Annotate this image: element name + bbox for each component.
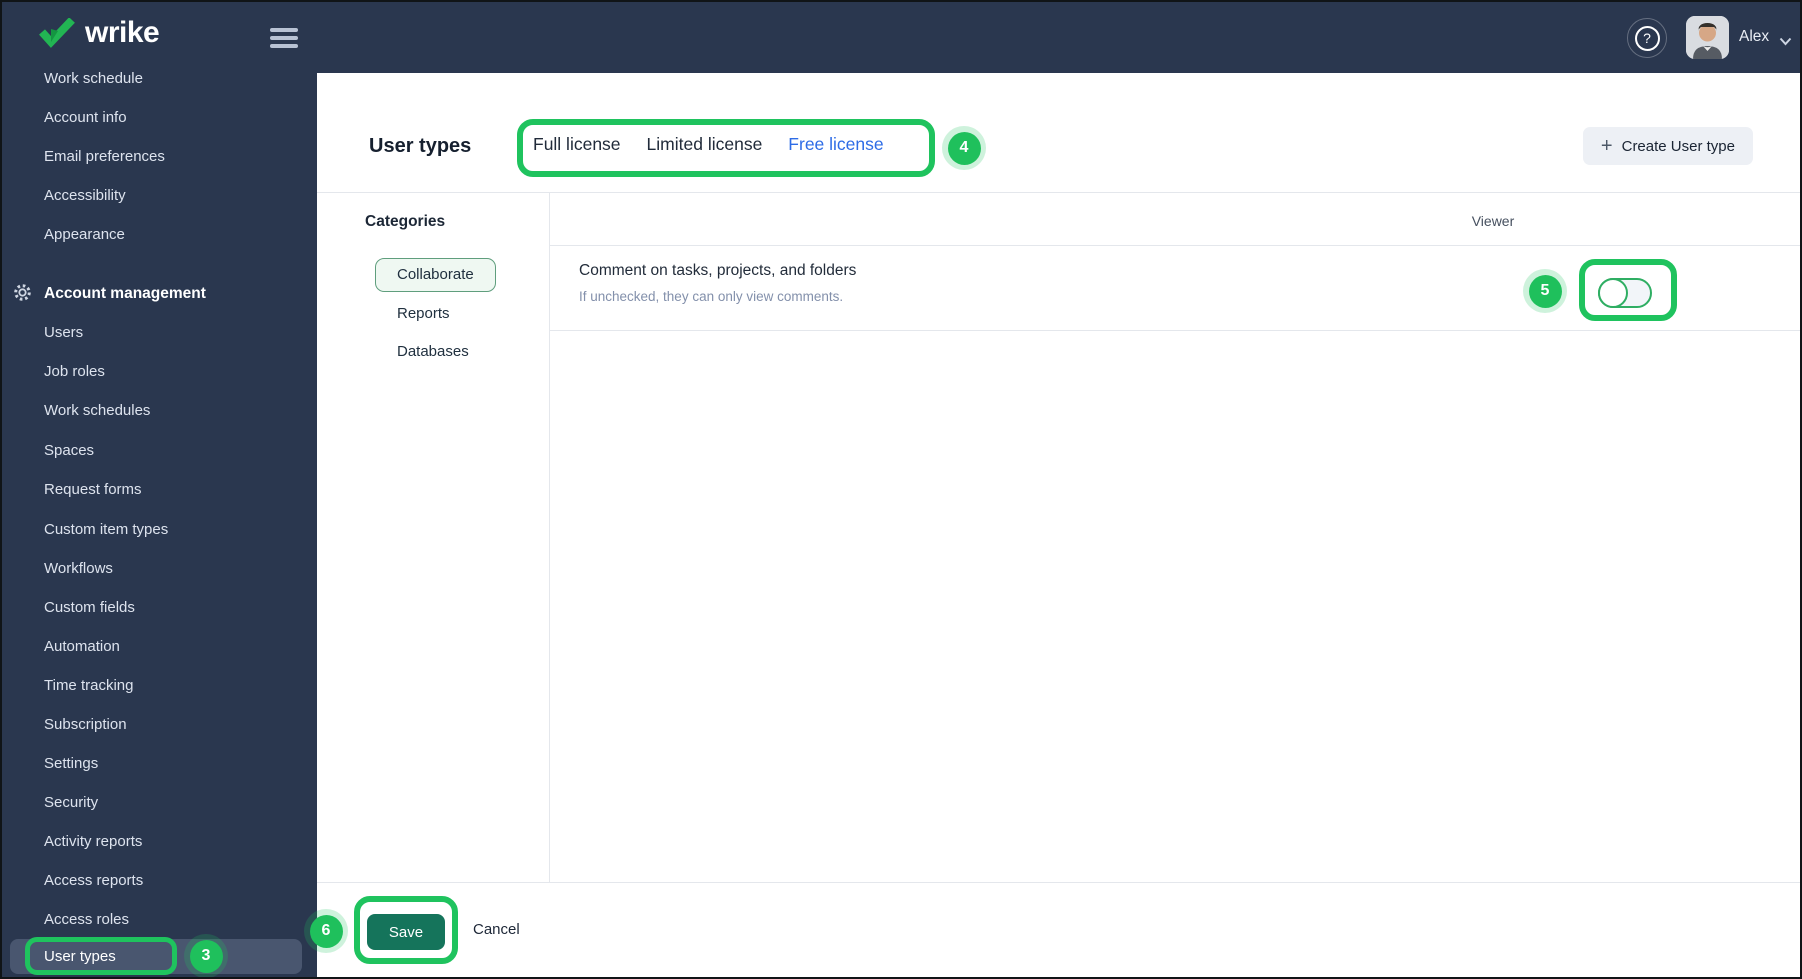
sidebar-item-custom-item-types[interactable]: Custom item types bbox=[44, 519, 168, 541]
sidebar-item-users[interactable]: Users bbox=[44, 322, 83, 344]
tab-free-license[interactable]: Free license bbox=[788, 134, 883, 155]
toggle-knob bbox=[1598, 278, 1628, 308]
sidebar-item-job-roles[interactable]: Job roles bbox=[44, 361, 105, 383]
sidebar-item-activity-reports[interactable]: Activity reports bbox=[44, 831, 142, 853]
help-question-glyph: ? bbox=[1634, 25, 1660, 51]
wrike-logo-text: wrike bbox=[85, 16, 160, 49]
chevron-down-icon[interactable] bbox=[1779, 33, 1792, 51]
page-title: User types bbox=[369, 135, 472, 157]
column-header-viewer: Viewer bbox=[1471, 213, 1515, 229]
sidebar-item-time-tracking[interactable]: Time tracking bbox=[44, 675, 133, 697]
category-reports[interactable]: Reports bbox=[397, 303, 450, 325]
license-tabs: Full license Limited license Free licens… bbox=[533, 134, 884, 155]
sidebar-item-appearance[interactable]: Appearance bbox=[44, 224, 125, 246]
sidebar-item-automation[interactable]: Automation bbox=[44, 636, 120, 658]
category-collaborate-selected[interactable]: Collaborate bbox=[375, 258, 496, 292]
user-name[interactable]: Alex bbox=[1739, 28, 1769, 46]
sidebar-item-work-schedules[interactable]: Work schedules bbox=[44, 400, 150, 422]
app-window: wrike Work schedule Account info Email p… bbox=[0, 0, 1802, 979]
tab-full-license[interactable]: Full license bbox=[533, 134, 621, 155]
permission-subtitle: If unchecked, they can only view comment… bbox=[579, 289, 844, 304]
table-header-divider bbox=[549, 245, 1800, 246]
permission-title: Comment on tasks, projects, and folders bbox=[579, 262, 857, 279]
sidebar-item-spaces[interactable]: Spaces bbox=[44, 440, 94, 462]
sidebar-item-request-forms[interactable]: Request forms bbox=[44, 479, 142, 501]
help-icon[interactable]: ? bbox=[1627, 18, 1667, 58]
save-button[interactable]: Save bbox=[367, 914, 445, 950]
sidebar-item-user-types-label: User types bbox=[44, 948, 116, 965]
gear-icon bbox=[13, 283, 32, 307]
sidebar-item-access-reports[interactable]: Access reports bbox=[44, 870, 143, 892]
create-user-type-label: Create User type bbox=[1621, 137, 1735, 155]
plus-icon: + bbox=[1600, 135, 1613, 157]
tab-limited-license[interactable]: Limited license bbox=[647, 134, 763, 155]
cancel-button[interactable]: Cancel bbox=[473, 921, 520, 938]
sidebar-item-settings[interactable]: Settings bbox=[44, 753, 98, 775]
header-divider bbox=[317, 192, 1800, 193]
create-user-type-button[interactable]: + Create User type bbox=[1582, 127, 1753, 165]
sidebar-item-custom-fields[interactable]: Custom fields bbox=[44, 597, 135, 619]
categories-divider bbox=[549, 192, 550, 882]
sidebar-item-security[interactable]: Security bbox=[44, 792, 98, 814]
wrike-logo-icon bbox=[39, 18, 75, 48]
sidebar-item-account-info[interactable]: Account info bbox=[44, 107, 127, 129]
row-divider bbox=[549, 330, 1800, 331]
menu-icon[interactable] bbox=[270, 28, 298, 52]
categories-heading: Categories bbox=[365, 213, 446, 230]
sidebar-item-work-schedule[interactable]: Work schedule bbox=[44, 68, 143, 90]
sidebar: wrike Work schedule Account info Email p… bbox=[2, 2, 317, 977]
footer-divider bbox=[317, 882, 1800, 883]
sidebar-section-account-management[interactable]: Account management bbox=[44, 283, 206, 305]
sidebar-item-email-preferences[interactable]: Email preferences bbox=[44, 146, 165, 168]
top-bar bbox=[317, 2, 1800, 73]
sidebar-item-access-roles[interactable]: Access roles bbox=[44, 909, 129, 931]
sidebar-item-workflows[interactable]: Workflows bbox=[44, 558, 113, 580]
wrike-logo[interactable]: wrike bbox=[38, 16, 160, 50]
viewer-permission-toggle[interactable] bbox=[1598, 278, 1652, 308]
main-content: User types Full license Limited license … bbox=[317, 73, 1800, 977]
sidebar-item-user-types-selected[interactable]: User types bbox=[10, 939, 302, 974]
category-databases[interactable]: Databases bbox=[397, 341, 469, 363]
sidebar-item-accessibility[interactable]: Accessibility bbox=[44, 185, 126, 207]
avatar[interactable] bbox=[1686, 16, 1729, 59]
sidebar-item-subscription[interactable]: Subscription bbox=[44, 714, 127, 736]
